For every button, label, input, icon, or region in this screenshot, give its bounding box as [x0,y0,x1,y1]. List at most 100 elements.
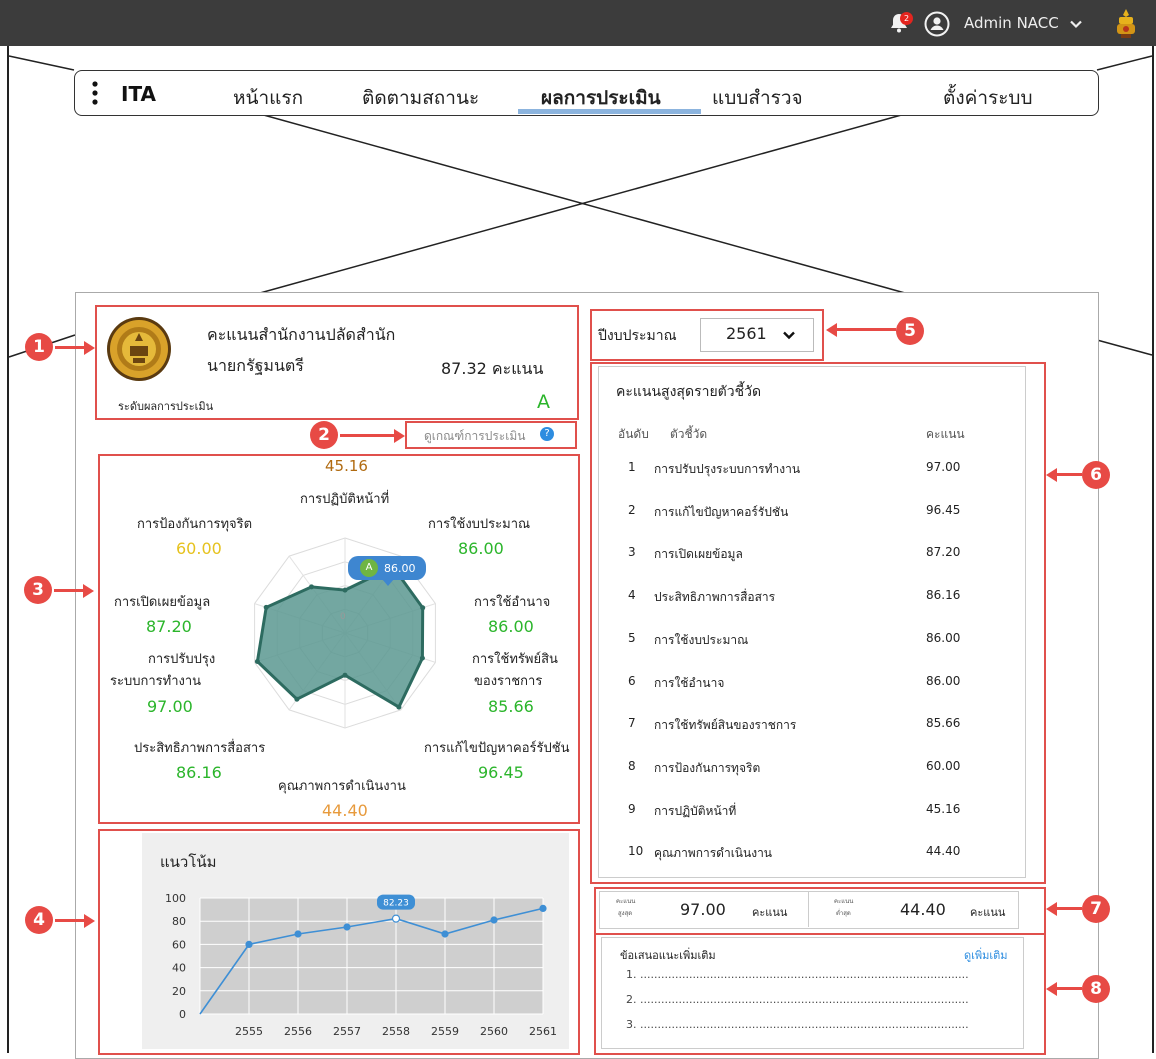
nav-item-survey[interactable]: แบบสำรวจ [712,83,803,113]
callout-3: 3 [24,576,52,604]
score-title-line2: นายกรัฐมนตรี [207,356,304,375]
brand-title[interactable]: ITA [121,82,156,106]
score-cell: 44.40 [926,844,961,859]
view-more-link[interactable]: ดูเพิ่มเติม [964,946,1008,964]
callout-3-arrowhead [83,584,94,598]
nav-item-status[interactable]: ติดตามสถานะ [362,83,479,113]
radar-label-quality: คุณภาพการดำเนินงาน [278,779,406,794]
radar-point[interactable] [419,655,425,661]
table-row: 8 การป้องกันการทุจริต 60.00 [616,759,1036,779]
score-cell: 96.45 [926,502,961,517]
fiscal-year-value: 2561 [726,324,767,343]
max-score-value: 97.00 [680,900,726,919]
radar-center-value: 0 [340,612,346,622]
radar-point[interactable] [309,584,314,590]
callout-1-arrowhead [84,341,95,355]
trend-line-chart: 100 80 60 40 20 0 2555 2556 2557 2558 2559 2560 2561… [165,892,557,1038]
radar-series-area [255,565,425,710]
radar-tooltip-pointer [382,579,394,586]
radar-label-assets-line1: การใช้ทรัพย์สิน [472,652,558,667]
rank-cell: 5 [628,630,636,645]
radar-point[interactable] [396,704,402,710]
callout-6-arrow [1056,473,1082,476]
help-question-icon[interactable]: ? [540,427,554,441]
nav-item-home[interactable]: หน้าแรก [233,83,303,113]
radar-label-disclosure: การเปิดเผยข้อมูล [114,595,211,610]
min-label-line2: ต่ำสุด [836,910,851,917]
rank-cell: 3 [628,545,636,560]
indicator-cell: การใช้งบประมาณ [654,632,749,647]
rank-cell: 2 [628,502,636,517]
indicator-cell: การป้องกันการทุจริต [654,760,761,775]
callout-4: 4 [25,906,53,934]
radar-value-anticorruption-fix: 96.45 [478,763,524,782]
score-cell: 85.66 [926,716,961,731]
organization-seal-icon [106,316,172,382]
radar-label-improvement-line2: ระบบการทำงาน [110,674,202,689]
x-tick-label: 2558 [382,1025,410,1038]
rank-cell: 8 [628,758,636,773]
table-row: 1 การปรับปรุงระบบการทำงาน 97.00 [616,460,1036,480]
data-point[interactable] [343,923,351,931]
score-cell: 97.00 [926,460,961,474]
callout-2-arrowhead [394,429,405,443]
data-point[interactable] [294,930,302,938]
ranking-rows: 1 การปรับปรุงระบบการทำงาน 97.00 2 การแก้ไขปั… [616,460,1036,860]
rank-cell: 4 [628,588,636,603]
plot-area [200,898,543,1014]
radar-value-budget: 86.00 [458,539,504,558]
radar-point[interactable] [254,659,260,664]
max-score-unit: คะแนน [752,906,788,919]
max-min-panel [599,891,1019,929]
data-point[interactable] [245,940,253,949]
radar-label-improvement-line1: การปรับปรุง [148,652,216,667]
y-tick-label: 20 [172,985,186,998]
radar-value-disclosure: 87.20 [146,617,192,636]
indicator-cell: การใช้ทรัพย์สินของราชการ [654,718,797,733]
callout-1: 1 [25,333,53,361]
nav-item-settings[interactable]: ตั้งค่าระบบ [943,83,1033,113]
ranking-col-indicator: ตัวชี้วัด [670,427,708,441]
score-cell: 60.00 [926,758,961,773]
radar-point[interactable] [342,672,348,678]
score-title-line1: คะแนนสำนักงานปลัดสำนัก [207,325,396,344]
data-point[interactable] [391,914,401,923]
radar-label-prevention: การป้องกันการทุจริต [137,517,253,532]
rank-cell: 10 [628,844,644,859]
indicator-cell: การเปิดเผยข้อมูล [654,547,743,562]
radar-value-communication: 86.16 [176,763,222,782]
chevron-down-icon[interactable] [782,327,796,341]
radar-value-quality: 44.40 [322,801,368,820]
radar-label-budget: การใช้งบประมาณ [428,517,531,532]
min-label-line1: คะแนน [834,898,854,905]
radar-point[interactable] [263,604,269,610]
radar-point[interactable] [420,605,426,611]
indicator-cell: คุณภาพการดำเนินงาน [654,846,773,861]
trend-chart-title: แนวโน้ม [160,853,217,871]
rank-cell: 9 [628,801,636,816]
kebab-menu-icon[interactable] [91,80,99,106]
callout-3-arrow [54,589,84,592]
radar-value-improvement: 97.00 [147,697,193,716]
rank-cell: 1 [628,460,636,474]
data-point[interactable] [441,930,449,938]
callout-5: 5 [896,317,924,345]
callout-7: 7 [1082,895,1110,923]
data-point[interactable] [539,904,547,912]
radar-point[interactable] [342,587,348,593]
fiscal-year-label: ปีงบประมาณ [598,328,677,344]
max-label-line1: คะแนน [616,898,636,905]
x-tick-label: 2557 [333,1025,361,1038]
indicator-cell: การใช้อำนาจ [654,675,725,690]
callout-1-arrow [55,346,85,349]
radar-label-authority: การใช้อำนาจ [474,595,551,610]
data-point[interactable] [490,916,498,924]
callout-7-arrow [1056,907,1082,910]
table-row: 7 การใช้ทรัพย์สินของราชการ 85.66 [616,716,1036,736]
criteria-link[interactable]: ดูเกณฑ์การประเมิน [424,427,525,446]
score-cell: 86.16 [926,588,961,603]
suggestion-line: 1. .....................................… [626,968,969,981]
max-label-line2: สูงสุด [618,910,633,917]
radar-point[interactable] [294,696,300,702]
table-row: 2 การแก้ไขปัญหาคอร์รัปชัน 96.45 [616,503,1036,523]
